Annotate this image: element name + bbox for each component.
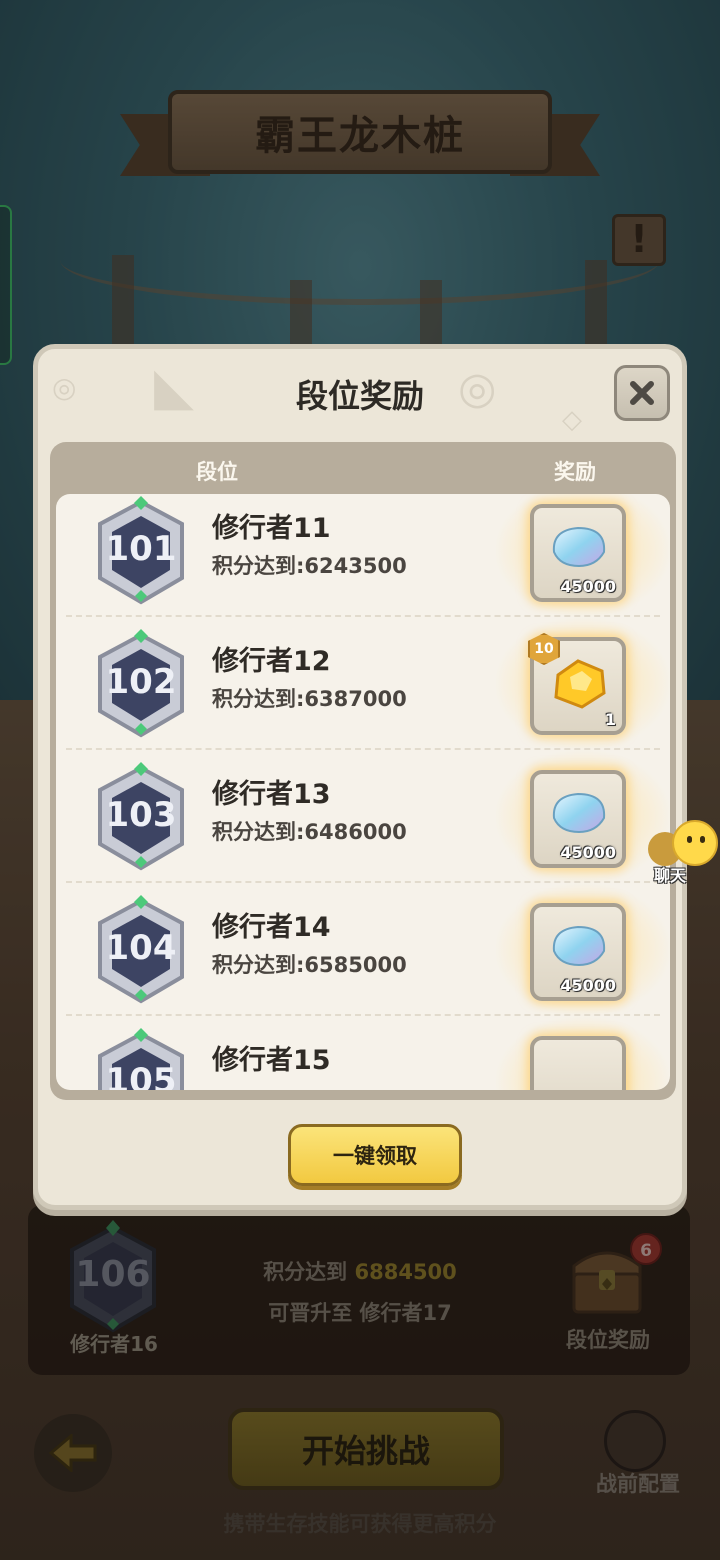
rank-name: 修行者12 [212, 646, 331, 677]
rank-badge-icon: 102 [98, 629, 184, 738]
rank-badge-icon: 101 [98, 496, 184, 605]
eye [687, 836, 692, 843]
rank-badge-icon: 103 [98, 762, 184, 871]
column-header-reward: 奖励 [554, 460, 596, 484]
rank-name: 修行者11 [212, 513, 331, 544]
reward-count: 45000 [560, 843, 616, 862]
chat-label: 聊天 [654, 866, 687, 885]
reward-slot[interactable]: 45000 [530, 770, 626, 868]
list-item: 105 修行者15 [56, 1016, 670, 1090]
badge-number: 104 [106, 928, 177, 968]
badge-number: 102 [106, 662, 177, 702]
close-button[interactable] [614, 365, 670, 421]
rank-requirement: 积分达到:6387000 [212, 687, 407, 711]
reward-list-frame: 段位 奖励 101 修行者11 积分达到:6243500 45000 102 修… [50, 442, 676, 1100]
badge-number: 103 [106, 795, 177, 835]
reward-count: 45000 [560, 976, 616, 995]
list-item: 101 修行者11 积分达到:6243500 45000 [56, 494, 670, 617]
reward-count: 45000 [560, 577, 616, 596]
chat-button[interactable]: 聊天 [646, 818, 720, 888]
reward-slot[interactable]: 10 1 [528, 633, 626, 735]
rank-badge-icon: 104 [98, 895, 184, 1004]
rank-name: 修行者15 [212, 1045, 331, 1076]
rank-requirement: 积分达到:6243500 [212, 554, 407, 578]
gold-ore-icon [554, 659, 606, 709]
rank-name: 修行者13 [212, 779, 331, 810]
column-header-rank: 段位 [196, 460, 238, 484]
list-item: 102 修行者12 积分达到:6387000 10 1 [56, 617, 670, 750]
close-icon [630, 381, 654, 405]
list-item: 103 修行者13 积分达到:6486000 45000 [56, 750, 670, 883]
reward-list[interactable]: 101 修行者11 积分达到:6243500 45000 102 修行者12 积… [56, 494, 670, 1090]
chat-smiley-icon [672, 820, 718, 866]
reward-slot[interactable]: 45000 [530, 903, 626, 1001]
reward-slot[interactable] [530, 1036, 626, 1090]
list-item: 104 修行者14 积分达到:6585000 45000 [56, 883, 670, 1016]
reward-slot[interactable]: 45000 [530, 504, 626, 602]
rank-requirement: 积分达到:6486000 [212, 820, 407, 844]
claim-all-button[interactable]: 一键领取 [288, 1124, 462, 1186]
reward-count: 1 [604, 710, 616, 729]
badge-number: 105 [106, 1061, 177, 1090]
shell-icon [552, 925, 606, 967]
rank-badge-icon: 105 [98, 1028, 184, 1090]
rank-reward-dialog: ◎ ◣ ◎ ◇ 段位奖励 段位 奖励 101 修行者11 积分达到:624350… [33, 344, 687, 1210]
shell-icon [552, 526, 606, 568]
shell-icon [552, 792, 606, 834]
dialog-title: 段位奖励 [295, 377, 424, 415]
badge-number: 101 [106, 529, 177, 569]
rank-name: 修行者14 [212, 912, 331, 943]
rank-requirement: 积分达到:6585000 [212, 953, 407, 977]
eye [700, 836, 705, 843]
